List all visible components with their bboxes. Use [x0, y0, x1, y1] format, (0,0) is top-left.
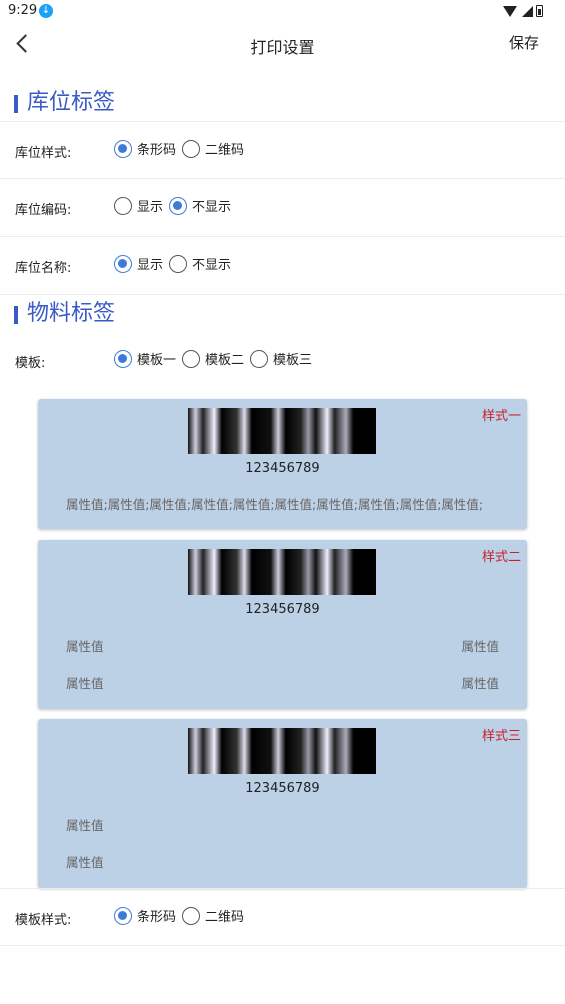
status-bar: 9:29 ↓ [0, 0, 565, 24]
row-template-style: 模板样式: 条形码 二维码 [0, 888, 565, 946]
barcode-number: 123456789 [245, 781, 320, 796]
attribute-value: 属性值 [66, 818, 104, 833]
radio-unchecked-icon[interactable] [250, 349, 269, 368]
page-title: 打印设置 [250, 38, 315, 57]
radio-option-template-3[interactable]: 模板三 [250, 349, 312, 368]
radio-group: 模板一 模板二 模板三 [114, 349, 318, 368]
radio-label: 显示 [137, 258, 164, 273]
card-style-tag: 样式二 [481, 550, 521, 565]
radio-option-template-1[interactable]: 模板一 [114, 349, 176, 368]
row-location-style: 库位样式: 条形码 二维码 [0, 121, 565, 179]
radio-group: 条形码 二维码 [114, 139, 250, 158]
save-button[interactable]: 保存 [509, 32, 539, 53]
attribute-value: 属性值 [66, 855, 104, 870]
radio-unchecked-icon[interactable] [182, 139, 201, 158]
radio-checked-icon[interactable] [169, 196, 188, 215]
radio-option-barcode[interactable]: 条形码 [114, 906, 176, 925]
card-style-tag: 样式三 [481, 729, 521, 744]
nav-bar: 打印设置 保存 [0, 24, 565, 72]
row-location-code: 库位编码: 显示 不显示 [0, 179, 565, 237]
radio-label: 二维码 [205, 910, 245, 925]
attribute-values-line: 属性值;属性值;属性值;属性值;属性值;属性值;属性值;属性值;属性值;属性值; [66, 497, 484, 512]
attribute-value: 属性值 [461, 639, 499, 654]
section-title-location: 库位标签 [27, 90, 116, 115]
label-style-card-1[interactable]: 样式一 123456789 属性值;属性值;属性值;属性值;属性值;属性值;属性… [38, 399, 527, 529]
row-template: 模板: 模板一 模板二 模板三 [0, 332, 565, 390]
radio-group: 条形码 二维码 [114, 906, 250, 925]
section-header-location: 库位标签 [0, 89, 565, 119]
label-style-card-2[interactable]: 样式二 123456789 属性值 属性值 属性值 属性值 [38, 540, 527, 709]
section-title-material: 物料标签 [27, 301, 116, 326]
section-accent-bar [14, 306, 18, 324]
radio-option-qrcode[interactable]: 二维码 [182, 139, 244, 158]
section-accent-bar [14, 95, 18, 113]
radio-label: 模板一 [137, 353, 177, 368]
radio-option-show[interactable]: 显示 [114, 196, 163, 215]
chevron-left-icon[interactable] [14, 34, 36, 56]
row-label: 模板样式: [15, 913, 72, 928]
radio-label: 二维码 [205, 143, 245, 158]
barcode-number: 123456789 [245, 461, 320, 476]
card-style-tag: 样式一 [481, 409, 521, 424]
radio-group: 显示 不显示 [114, 196, 237, 215]
radio-option-qrcode[interactable]: 二维码 [182, 906, 244, 925]
signal-icon [522, 5, 533, 17]
radio-checked-icon[interactable] [114, 349, 132, 368]
radio-label: 条形码 [137, 143, 177, 158]
radio-label: 不显示 [192, 258, 232, 273]
row-label: 库位编码: [15, 203, 72, 218]
row-label: 库位样式: [15, 146, 72, 161]
radio-option-hide[interactable]: 不显示 [169, 254, 231, 273]
attribute-value: 属性值 [461, 676, 499, 691]
barcode-number: 123456789 [245, 602, 320, 617]
radio-label: 模板三 [273, 353, 313, 368]
wifi-icon [503, 5, 517, 17]
radio-group: 显示 不显示 [114, 254, 237, 273]
barcode-image [188, 549, 376, 595]
download-icon: ↓ [39, 4, 53, 18]
radio-unchecked-icon[interactable] [182, 906, 201, 925]
row-label: 库位名称: [15, 261, 72, 276]
radio-checked-icon[interactable] [114, 254, 132, 273]
radio-option-show[interactable]: 显示 [114, 254, 163, 273]
radio-label: 显示 [137, 200, 164, 215]
radio-label: 条形码 [137, 910, 177, 925]
attribute-value: 属性值 [66, 676, 104, 691]
status-time: 9:29 [8, 3, 38, 18]
radio-unchecked-icon[interactable] [114, 196, 132, 215]
radio-option-template-2[interactable]: 模板二 [182, 349, 244, 368]
radio-unchecked-icon[interactable] [169, 254, 188, 273]
barcode-image [188, 728, 376, 774]
battery-icon [536, 5, 543, 17]
attribute-value: 属性值 [66, 639, 104, 654]
barcode-image [188, 408, 376, 454]
section-header-material: 物料标签 [0, 300, 565, 330]
radio-option-hide[interactable]: 不显示 [169, 196, 231, 215]
row-location-name: 库位名称: 显示 不显示 [0, 237, 565, 295]
status-icons [503, 4, 543, 18]
radio-checked-icon[interactable] [114, 139, 132, 158]
radio-option-barcode[interactable]: 条形码 [114, 139, 176, 158]
radio-label: 模板二 [205, 353, 245, 368]
label-style-card-3[interactable]: 样式三 123456789 属性值 属性值 [38, 719, 527, 888]
radio-unchecked-icon[interactable] [182, 349, 201, 368]
radio-checked-icon[interactable] [114, 906, 132, 925]
radio-label: 不显示 [192, 200, 232, 215]
row-label: 模板: [15, 356, 46, 371]
